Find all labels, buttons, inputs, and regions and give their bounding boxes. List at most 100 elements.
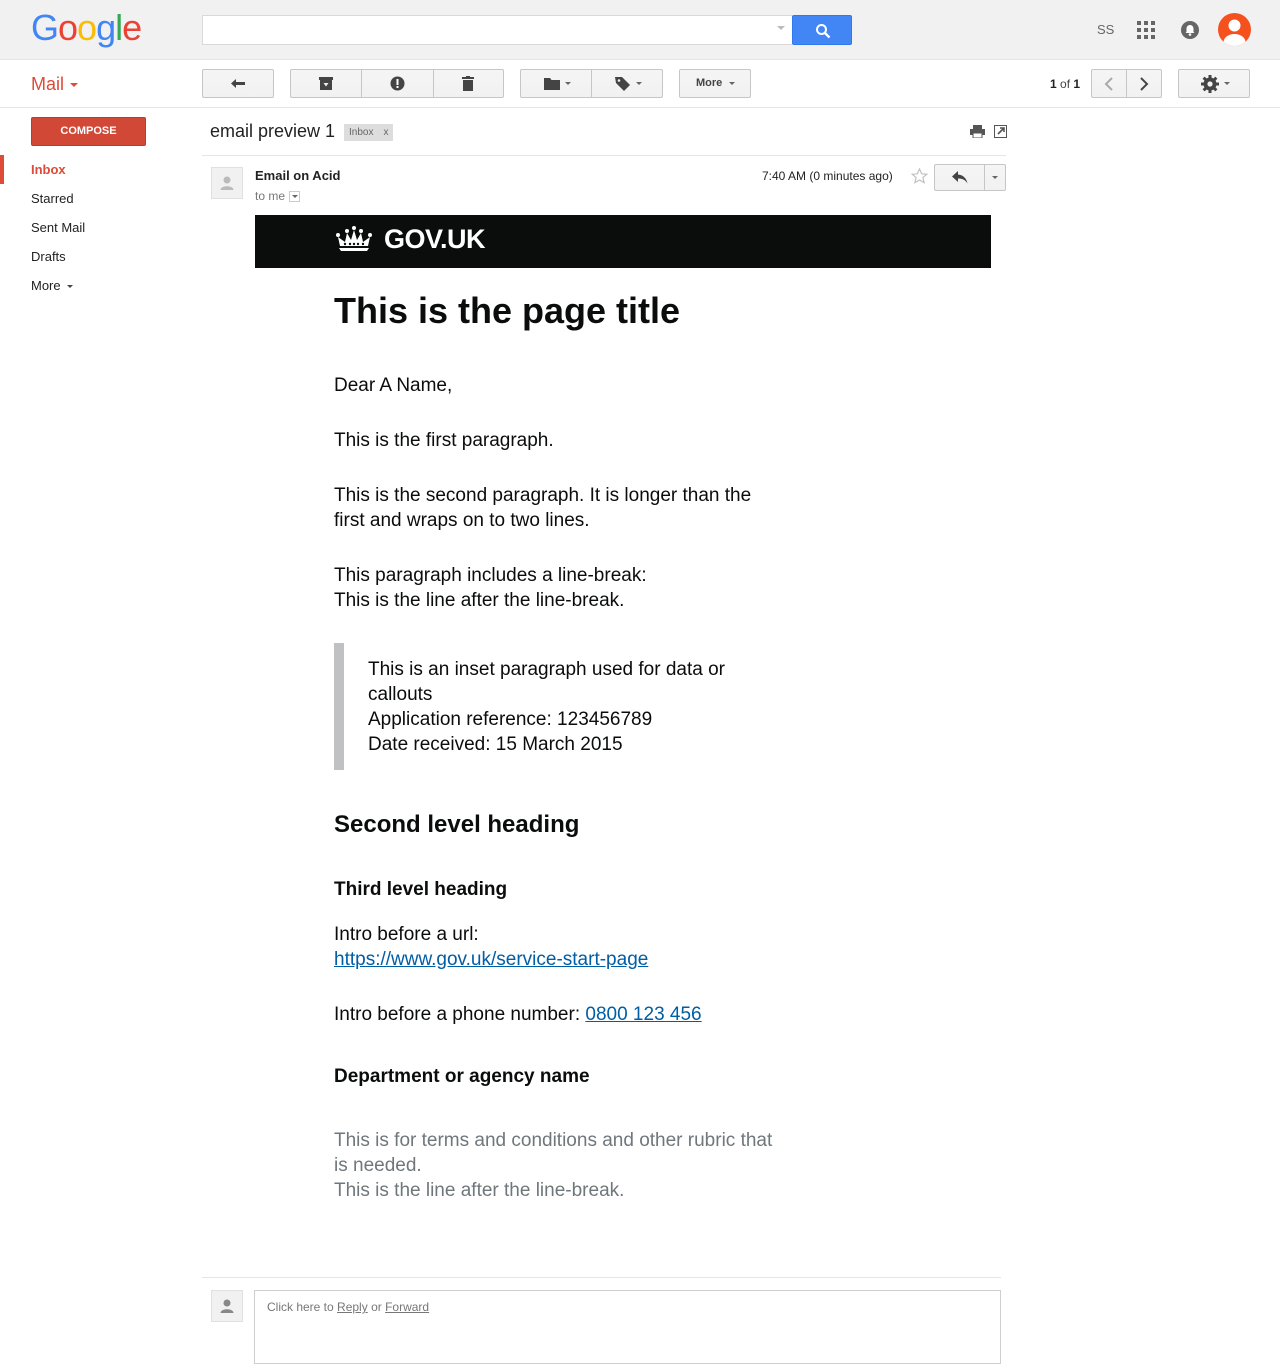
sender-avatar	[211, 167, 243, 199]
second-level-heading: Second level heading	[334, 811, 580, 838]
sidebar-nav: Inbox Starred Sent Mail Drafts More	[0, 155, 190, 300]
logo-letter: g	[96, 7, 116, 48]
sidebar-more-label: More	[31, 278, 61, 293]
terms-paragraph: This is for terms and conditions and oth…	[334, 1128, 774, 1203]
open-in-new-window-icon[interactable]	[994, 125, 1007, 138]
email-page-title: This is the page title	[334, 290, 681, 331]
archive-icon	[319, 77, 333, 90]
terms-line-2: This is the line after the line-break.	[334, 1180, 625, 1201]
label-tag-icon	[615, 77, 630, 91]
inset-line-1: This is an inset paragraph used for data…	[368, 659, 725, 705]
third-level-heading: Third level heading	[334, 879, 508, 900]
sidebar-item-inbox[interactable]: Inbox	[0, 155, 190, 184]
report-spam-button[interactable]	[362, 70, 434, 97]
move-label-button-group	[520, 69, 663, 98]
chevron-right-icon	[1140, 77, 1149, 91]
move-to-button[interactable]	[521, 70, 592, 97]
sidebar-item-sent-mail[interactable]: Sent Mail	[0, 213, 190, 242]
more-actions-button[interactable]: More	[679, 69, 751, 98]
remove-label-button[interactable]: x	[383, 127, 388, 138]
inset-text: This is an inset paragraph used for data…	[368, 657, 768, 757]
settings-button[interactable]	[1178, 69, 1250, 98]
message-timestamp: 7:40 AM (0 minutes ago)	[762, 169, 893, 183]
user-silhouette-icon	[220, 1299, 234, 1313]
account-avatar[interactable]	[1218, 13, 1251, 46]
phone-intro: Intro before a phone number:	[334, 1004, 581, 1025]
service-start-link[interactable]: https://www.gov.uk/service-start-page	[334, 949, 648, 970]
search-box	[202, 15, 852, 45]
trash-icon	[462, 76, 474, 91]
print-icon[interactable]	[970, 125, 985, 138]
sidebar-item-starred[interactable]: Starred	[0, 184, 190, 213]
caret-down-icon	[565, 82, 571, 85]
reply-hint-prefix: Click here to	[267, 1300, 334, 1314]
quick-reply-box[interactable]: Click here to Reply or Forward	[254, 1290, 1001, 1364]
inset-line-3: Date received: 15 March 2015	[368, 734, 623, 755]
labels-button[interactable]	[592, 70, 662, 97]
back-arrow-icon	[231, 79, 245, 88]
archive-button[interactable]	[291, 70, 362, 97]
reply-hint-or: or	[371, 1300, 382, 1314]
logo-letter: l	[115, 7, 123, 48]
compose-button[interactable]: COMPOSE	[31, 117, 146, 146]
google-top-bar: Google SS	[0, 0, 1280, 60]
search-button[interactable]	[792, 15, 852, 45]
user-silhouette-icon	[1223, 19, 1246, 46]
phone-link[interactable]: 0800 123 456	[585, 1004, 701, 1025]
sidebar-item-drafts[interactable]: Drafts	[0, 242, 190, 271]
email-greeting: Dear A Name,	[334, 375, 453, 396]
delete-button[interactable]	[434, 70, 503, 97]
google-logo[interactable]: Google	[31, 7, 142, 48]
reply-divider	[202, 1277, 1001, 1278]
email-paragraph-1: This is the first paragraph.	[334, 430, 554, 451]
logo-letter: o	[77, 7, 97, 48]
forward-link[interactable]: Forward	[385, 1300, 429, 1314]
email-paragraph-2: This is the second paragraph. It is long…	[334, 485, 752, 531]
email-paragraph-3: This paragraph includes a line-break: Th…	[334, 563, 764, 613]
inbox-label-chip[interactable]: Inbox x	[344, 124, 394, 141]
caret-down-icon	[636, 82, 642, 85]
terms-line-1: This is for terms and conditions and oth…	[334, 1130, 773, 1176]
mail-label: Mail	[31, 74, 65, 94]
sender-name[interactable]: Email on Acid	[255, 168, 340, 183]
mail-app-switcher[interactable]: Mail	[31, 74, 79, 95]
pagination-count: 1 of 1	[1050, 77, 1080, 91]
url-intro: Intro before a url:	[334, 924, 479, 945]
logo-letter: G	[31, 7, 59, 48]
more-actions-label: More	[696, 77, 723, 89]
folder-icon	[544, 78, 560, 90]
caret-down-icon	[70, 83, 79, 88]
notifications-bell-icon[interactable]	[1180, 20, 1200, 40]
crown-logo-icon	[334, 224, 374, 255]
paragraph-3-line-1: This paragraph includes a line-break:	[334, 565, 647, 586]
apps-grid-icon[interactable]	[1137, 21, 1155, 39]
caret-down-icon	[729, 82, 735, 85]
caret-down-icon	[1224, 82, 1230, 85]
chevron-left-icon	[1104, 77, 1113, 91]
label-chip-text: Inbox	[349, 127, 374, 138]
reply-options-caret-icon[interactable]	[992, 176, 998, 179]
sidebar-item-more[interactable]: More	[0, 271, 190, 300]
search-input[interactable]	[202, 15, 792, 45]
action-button-group	[290, 69, 504, 98]
reply-arrow-icon[interactable]	[952, 171, 968, 184]
logo-letter: o	[58, 7, 78, 48]
recipient-text: to me	[255, 189, 286, 203]
logo-letter: e	[122, 7, 142, 48]
back-to-inbox-button[interactable]	[202, 69, 274, 98]
phone-paragraph: Intro before a phone number: 0800 123 45…	[334, 1002, 834, 1027]
caret-down-icon	[67, 285, 74, 289]
reply-link[interactable]: Reply	[337, 1300, 368, 1314]
older-button[interactable]	[1127, 70, 1161, 97]
show-details-dropdown[interactable]	[289, 191, 301, 203]
mail-toolbar: Mail More 1 of 1	[0, 60, 1280, 108]
department-name: Department or agency name	[334, 1066, 590, 1087]
search-icon	[816, 24, 831, 39]
star-icon[interactable]	[911, 168, 928, 184]
user-initials[interactable]: SS	[1097, 22, 1114, 37]
search-options-caret-icon[interactable]	[777, 26, 785, 30]
email-subject: email preview 1	[210, 121, 336, 141]
newer-button[interactable]	[1092, 70, 1127, 97]
pager-of: of	[1060, 77, 1071, 91]
spam-alert-icon	[390, 76, 405, 91]
